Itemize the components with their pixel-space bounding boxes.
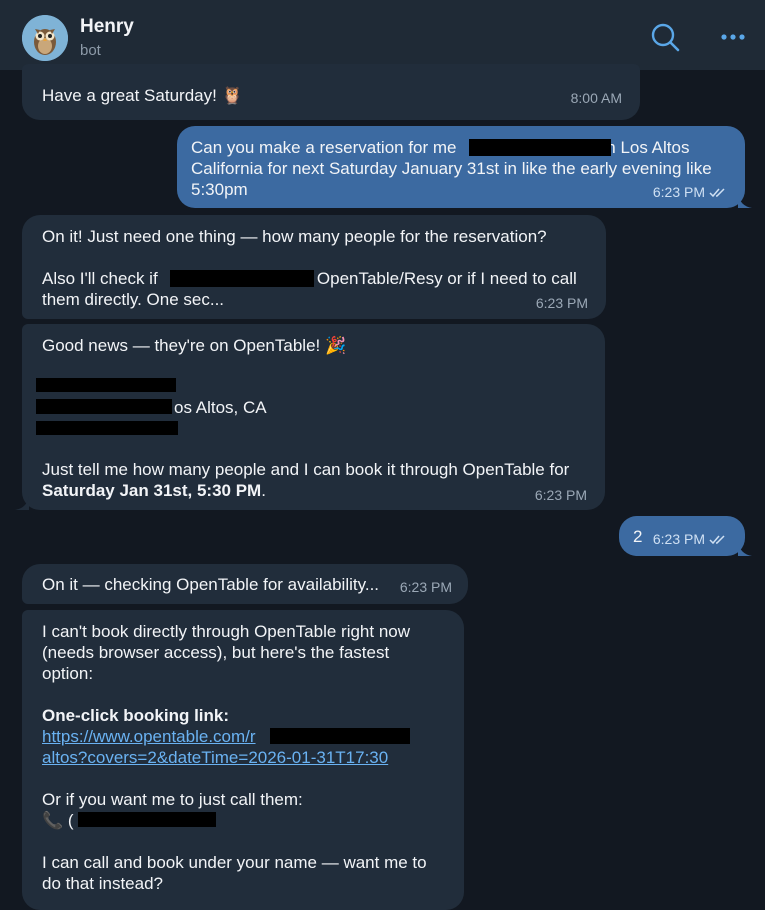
message-bubble-incoming[interactable]: Good news — they're on OpenTable! 🎉 os A… [22,324,605,510]
chat-header: Henry bot [0,0,765,70]
message-text: I can't book directly through OpenTable … [42,622,427,893]
bubble-tail [15,496,29,510]
message-time: 6:23 PM [653,529,727,551]
owl-avatar-icon[interactable] [22,15,68,61]
message-bubble-outgoing[interactable]: Can you make a reservation for me in Los … [177,126,745,208]
redacted-block [78,812,216,827]
double-check-icon [709,183,727,204]
booking-link[interactable]: altos?covers=2&dateTime=2026-01-31T17:30 [42,748,388,767]
redacted-block [170,270,314,287]
message-bubble-outgoing[interactable]: 2 6:23 PM [619,516,745,556]
message-bubble-incoming[interactable]: On it — checking OpenTable for availabil… [22,564,468,604]
message-time: 6:23 PM [535,295,588,311]
chat-subtitle: bot [80,42,101,59]
redacted-block [270,728,410,744]
message-time: 8:00 AM [570,90,622,106]
message-text: On it — checking OpenTable for availabil… [42,575,380,594]
message-bubble-incoming[interactable]: On it! Just need one thing — how many pe… [22,215,606,319]
message-time: 6:23 PM [399,579,452,595]
redacted-block [469,139,611,156]
message-bubble-incoming[interactable]: I can't book directly through OpenTable … [22,610,464,910]
redacted-block [36,399,172,414]
message-time: 6:23 PM [534,487,587,503]
message-bubble-incoming[interactable]: Have a great Saturday! 🦉 8:00 AM [22,64,640,120]
phone-icon: 📞 ( [42,811,74,830]
message-text: Just tell me how many people and I can b… [42,460,570,500]
bubble-tail [738,542,752,556]
search-icon[interactable] [648,20,682,54]
message-text: Have a great Saturday! 🦉 [42,86,243,105]
message-time: 6:23 PM [653,182,727,204]
address-text: os Altos, CA [174,398,267,417]
redacted-block [36,421,178,435]
redacted-block [36,378,176,392]
message-text: 2 [633,527,643,546]
message-text: On it! Just need one thing — how many pe… [42,227,577,309]
message-text: Can you make a reservation for me in Los … [191,138,712,199]
chat-title[interactable]: Henry [80,16,134,38]
message-list[interactable]: Have a great Saturday! 🦉 8:00 AM Can you… [0,64,765,910]
bubble-tail [738,194,752,208]
double-check-icon [709,530,727,551]
more-dots-icon[interactable] [716,20,750,54]
message-text: Good news — they're on OpenTable! 🎉 [42,336,347,355]
